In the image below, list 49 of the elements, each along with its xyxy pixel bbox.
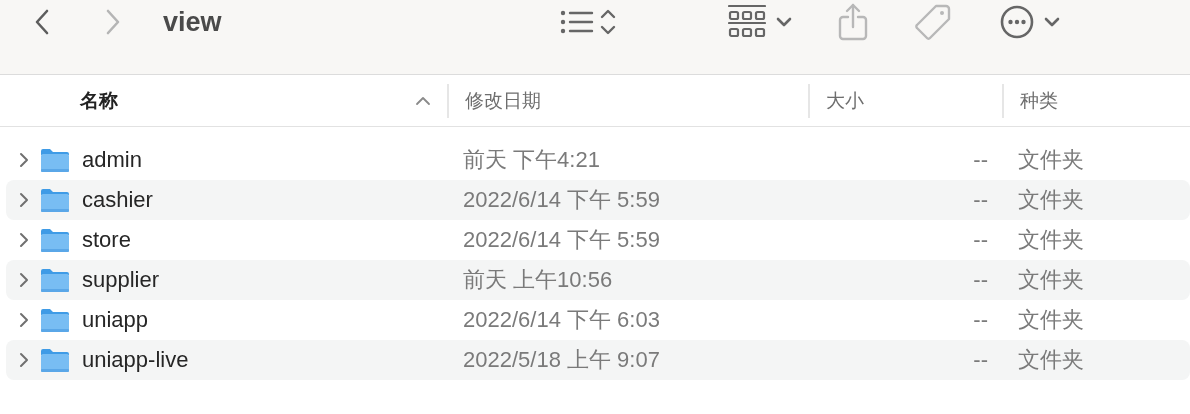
size-cell-text: -- — [972, 147, 989, 173]
date-cell-text: 2022/5/18 上午 9:07 — [462, 346, 661, 374]
folder-icon — [40, 347, 70, 373]
disclosure-chevron-icon[interactable] — [18, 272, 30, 288]
column-header[interactable]: 种类 — [1002, 83, 1190, 118]
kind-cell-text: 文件夹 — [1017, 226, 1085, 254]
kind-cell-text: 文件夹 — [1017, 266, 1085, 294]
file-name[interactable]: supplier — [82, 267, 160, 293]
date-cell-text: 2022/6/14 下午 5:59 — [462, 186, 661, 214]
column-header[interactable]: 修改日期 — [447, 83, 808, 118]
grid-view-icon[interactable] — [727, 4, 766, 40]
kind-cell-text: 文件夹 — [1017, 186, 1085, 214]
size-cell-text: -- — [972, 267, 989, 293]
size-cell-text: -- — [972, 307, 989, 333]
disclosure-chevron-icon[interactable] — [18, 232, 30, 248]
window-title: view — [163, 6, 222, 39]
size-cell-text: -- — [972, 347, 989, 373]
back-chevron-icon[interactable] — [35, 9, 49, 35]
column-header[interactable]: 大小 — [808, 83, 1002, 118]
up-down-chevron-icon[interactable] — [599, 7, 616, 37]
disclosure-chevron-icon[interactable] — [18, 352, 30, 368]
file-name[interactable]: uniapp-live — [82, 347, 189, 373]
size-cell-text: -- — [972, 227, 989, 253]
more-options-icon[interactable] — [999, 5, 1034, 39]
chevron-down-icon[interactable] — [775, 17, 792, 27]
disclosure-chevron-icon[interactable] — [18, 152, 30, 168]
folder-icon — [40, 227, 70, 253]
kind-cell-text: 文件夹 — [1017, 146, 1085, 174]
file-name[interactable]: uniapp — [82, 307, 149, 333]
folder-icon — [40, 147, 70, 173]
sort-chevron-icon — [415, 95, 431, 106]
date-cell-text: 2022/6/14 下午 5:59 — [462, 226, 661, 254]
folder-icon — [40, 187, 70, 213]
file-name[interactable]: cashier — [82, 187, 153, 213]
file-name[interactable]: store — [82, 227, 131, 253]
list-view-icon[interactable] — [559, 10, 594, 34]
size-cell-text: -- — [972, 187, 989, 213]
date-cell-text: 2022/6/14 下午 6:03 — [462, 306, 661, 334]
chevron-down-icon[interactable] — [1043, 17, 1060, 27]
kind-cell-text: 文件夹 — [1017, 306, 1085, 334]
date-cell-text: 前天 下午4:21 — [462, 146, 601, 174]
column-header[interactable]: 名称 — [0, 83, 447, 118]
kind-cell-text: 文件夹 — [1017, 346, 1085, 374]
file-name[interactable]: admin — [82, 147, 142, 173]
date-cell-text: 前天 上午10:56 — [462, 266, 614, 294]
folder-icon — [40, 307, 70, 333]
disclosure-chevron-icon[interactable] — [18, 312, 30, 328]
folder-icon — [40, 267, 70, 293]
disclosure-chevron-icon[interactable] — [18, 192, 30, 208]
